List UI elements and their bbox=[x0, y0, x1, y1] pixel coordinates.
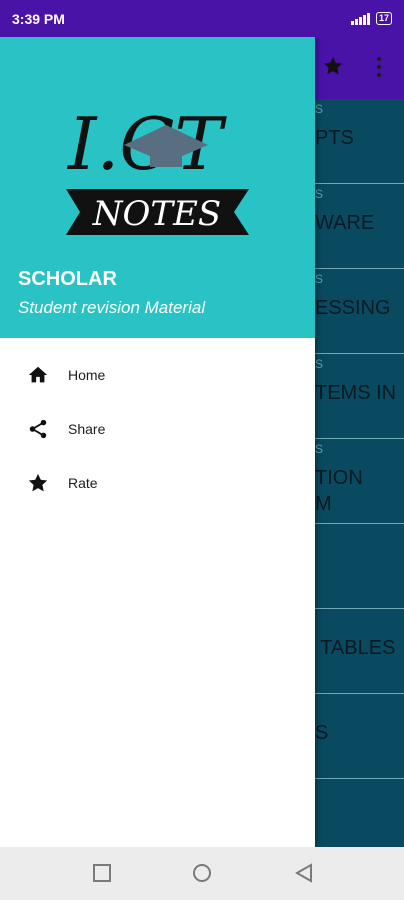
background-topic-row bbox=[315, 524, 404, 609]
background-topic-row: S bbox=[315, 694, 404, 779]
background-row-title: ESSING bbox=[315, 297, 391, 319]
background-row-title: WARE bbox=[315, 212, 375, 234]
background-row-title: TEMS IN bbox=[315, 382, 397, 404]
drawer-item-share[interactable]: Share bbox=[0, 402, 315, 456]
star-icon bbox=[28, 473, 48, 492]
drawer-item-rate[interactable]: Rate bbox=[0, 456, 315, 510]
background-row-caption: S bbox=[315, 442, 324, 456]
background-topic-row: S ESSING bbox=[315, 269, 404, 354]
navigation-drawer: I.CT NOTES SCHOLAR Student revision Mate… bbox=[0, 37, 315, 847]
status-time: 3:39 PM bbox=[12, 10, 65, 27]
share-icon bbox=[29, 419, 47, 439]
home-button-icon[interactable] bbox=[192, 863, 212, 883]
drawer-item-label: Home bbox=[68, 367, 106, 383]
app-name: SCHOLAR bbox=[18, 268, 117, 290]
background-topic-row: S PTS bbox=[315, 99, 404, 184]
background-row-title: S bbox=[315, 722, 329, 744]
ict-notes-logo: I.CT NOTES bbox=[66, 102, 249, 235]
recents-button-icon[interactable] bbox=[92, 863, 112, 883]
overflow-menu-icon[interactable] bbox=[376, 57, 382, 79]
background-row-caption: S bbox=[315, 102, 324, 116]
signal-icon bbox=[350, 12, 370, 25]
status-bar: 3:39 PM 17 bbox=[0, 0, 404, 37]
home-icon bbox=[28, 366, 48, 383]
system-nav-bar bbox=[0, 847, 404, 900]
background-topic-row: S TION M bbox=[315, 439, 404, 524]
app-subtitle: Student revision Material bbox=[18, 298, 206, 317]
favorite-star-icon[interactable] bbox=[322, 55, 344, 77]
drawer-item-home[interactable]: Home bbox=[0, 348, 315, 402]
background-row-title: TION M bbox=[315, 467, 363, 515]
background-row-title: TABLES bbox=[315, 637, 396, 659]
background-row-caption: S bbox=[315, 187, 324, 201]
background-topic-row: S TEMS IN bbox=[315, 354, 404, 439]
background-topic-list: S PTS S WARE S ESSING S TEMS IN S TION M TABLES S bbox=[315, 99, 404, 779]
background-topic-row: TABLES bbox=[315, 609, 404, 694]
background-row-caption: S bbox=[315, 357, 324, 371]
battery-icon: 17 bbox=[375, 12, 392, 25]
logo-text-banner: NOTES bbox=[92, 194, 221, 234]
status-icons: 17 bbox=[350, 12, 392, 25]
background-topic-row: S WARE bbox=[315, 184, 404, 269]
drawer-item-label: Share bbox=[68, 421, 106, 437]
background-row-title: PTS bbox=[315, 127, 354, 149]
background-row-caption: S bbox=[315, 272, 324, 286]
drawer-item-label: Rate bbox=[68, 475, 98, 491]
back-button-icon[interactable] bbox=[294, 863, 314, 883]
drawer-header: I.CT NOTES SCHOLAR Student revision Mate… bbox=[0, 37, 315, 338]
battery-level: 17 bbox=[378, 13, 389, 23]
